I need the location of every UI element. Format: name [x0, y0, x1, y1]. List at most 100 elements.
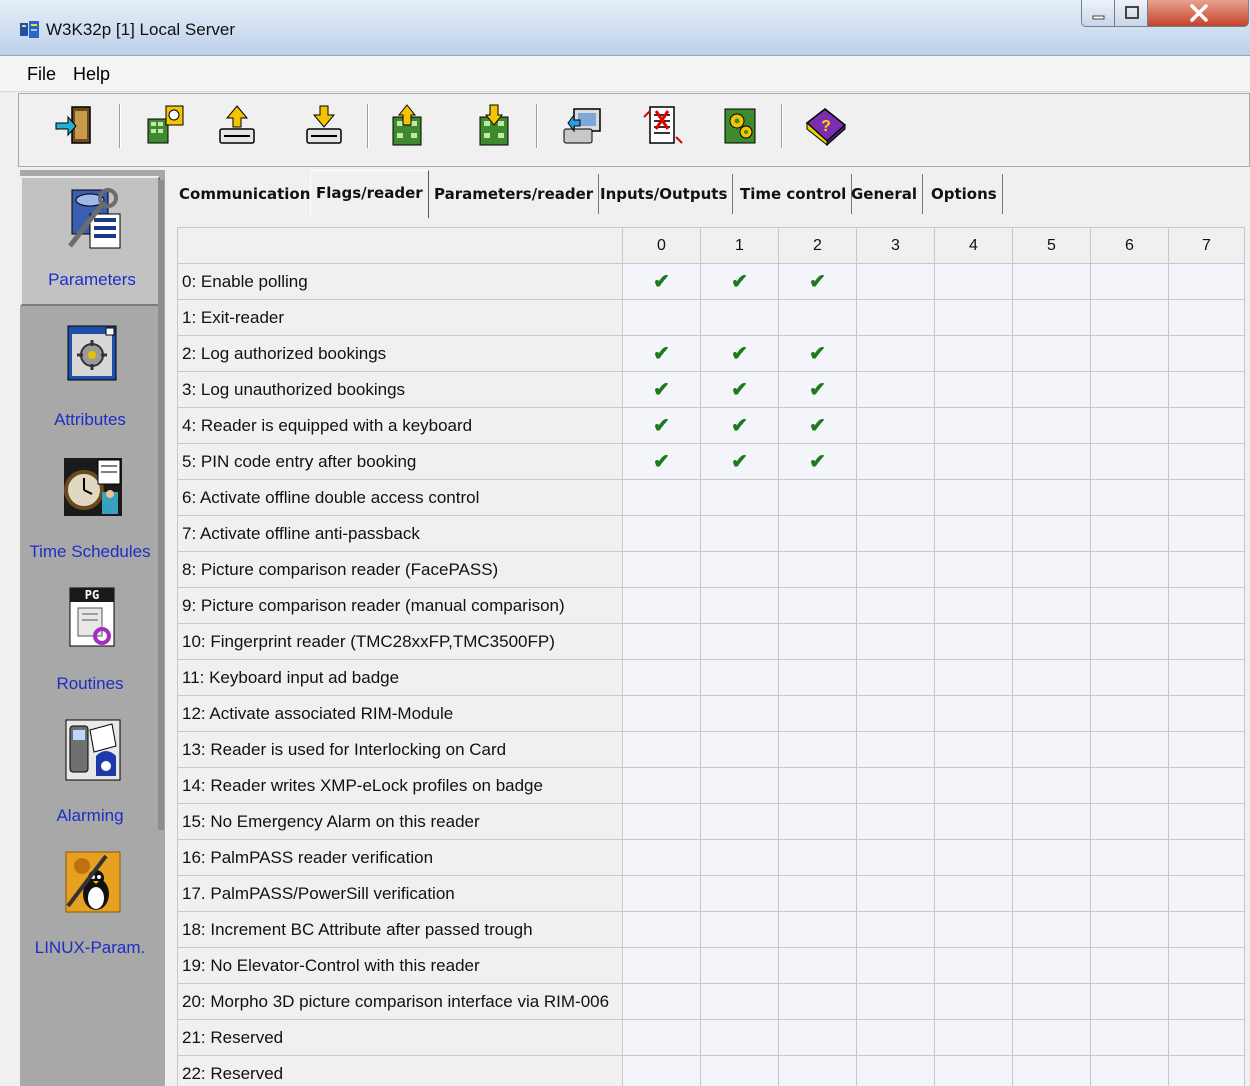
flag-cell[interactable]	[622, 839, 701, 876]
flag-cell[interactable]	[622, 479, 701, 516]
flag-cell[interactable]	[778, 767, 857, 804]
flag-cell[interactable]	[934, 875, 1013, 912]
flag-cell[interactable]	[1012, 263, 1091, 300]
title-bar[interactable]: W3K32p [1] Local Server	[0, 0, 1250, 56]
tab-parameters-reader[interactable]: Parameters/reader	[429, 174, 600, 214]
flag-cell[interactable]	[1012, 443, 1091, 480]
flag-cell[interactable]	[1090, 1019, 1169, 1056]
flag-cell[interactable]	[622, 875, 701, 912]
flag-cell[interactable]	[1090, 839, 1169, 876]
close-button[interactable]	[1147, 0, 1249, 27]
download-button[interactable]	[301, 103, 347, 149]
flag-cell[interactable]	[934, 623, 1013, 660]
flag-cell[interactable]	[934, 1055, 1013, 1086]
flag-cell[interactable]	[1012, 911, 1091, 948]
flag-cell[interactable]	[778, 983, 857, 1020]
flag-cell[interactable]	[700, 947, 779, 984]
column-header[interactable]: 4	[934, 227, 1013, 264]
flag-cell[interactable]	[1090, 335, 1169, 372]
flag-cell[interactable]	[1012, 659, 1091, 696]
flag-cell[interactable]	[1012, 803, 1091, 840]
flag-cell[interactable]	[1168, 263, 1245, 300]
flag-cell[interactable]	[1012, 479, 1091, 516]
flag-cell[interactable]	[856, 839, 935, 876]
flag-cell[interactable]	[778, 659, 857, 696]
flag-cell[interactable]	[934, 803, 1013, 840]
flag-cell[interactable]	[700, 1055, 779, 1086]
flag-cell[interactable]	[1090, 623, 1169, 660]
flag-cell[interactable]	[700, 299, 779, 336]
flag-cell[interactable]	[1090, 947, 1169, 984]
flag-cell[interactable]	[856, 911, 935, 948]
flag-cell[interactable]	[622, 299, 701, 336]
checked-cell[interactable]: ✔	[700, 263, 779, 300]
flag-cell[interactable]	[622, 731, 701, 768]
flag-cell[interactable]	[700, 659, 779, 696]
sidebar-item-routines[interactable]: PG Routines	[20, 576, 160, 706]
flag-cell[interactable]	[700, 911, 779, 948]
checked-cell[interactable]: ✔	[622, 263, 701, 300]
flag-cell[interactable]	[934, 1019, 1013, 1056]
flag-cell[interactable]	[1168, 731, 1245, 768]
flag-cell[interactable]	[1012, 767, 1091, 804]
flag-cell[interactable]	[1012, 1055, 1091, 1086]
flag-cell[interactable]	[700, 551, 779, 588]
tab-communication[interactable]: Communication	[174, 174, 317, 214]
flag-cell[interactable]	[1090, 695, 1169, 732]
tab-time-control[interactable]: Time control	[735, 174, 853, 214]
checked-cell[interactable]: ✔	[778, 443, 857, 480]
flag-cell[interactable]	[1012, 731, 1091, 768]
sidebar-item-parameters[interactable]: Parameters	[20, 176, 160, 306]
flag-cell[interactable]	[1090, 551, 1169, 588]
column-header[interactable]: 0	[622, 227, 701, 264]
column-header[interactable]: 7	[1168, 227, 1245, 264]
checked-cell[interactable]: ✔	[622, 371, 701, 408]
flag-cell[interactable]	[1012, 335, 1091, 372]
flag-cell[interactable]	[1012, 407, 1091, 444]
flag-cell[interactable]	[856, 695, 935, 732]
checked-cell[interactable]: ✔	[700, 335, 779, 372]
flag-cell[interactable]	[1090, 875, 1169, 912]
flag-cell[interactable]	[700, 1019, 779, 1056]
flag-cell[interactable]	[700, 695, 779, 732]
flag-cell[interactable]	[934, 515, 1013, 552]
flag-cell[interactable]	[1168, 983, 1245, 1020]
flag-cell[interactable]	[622, 803, 701, 840]
minimize-button[interactable]	[1081, 0, 1115, 27]
flag-cell[interactable]	[778, 515, 857, 552]
tab-options[interactable]: Options	[926, 174, 1003, 214]
flag-cell[interactable]	[934, 695, 1013, 732]
flag-cell[interactable]	[1012, 515, 1091, 552]
checked-cell[interactable]: ✔	[778, 371, 857, 408]
flag-cell[interactable]	[1090, 299, 1169, 336]
download-all-button[interactable]	[472, 103, 518, 149]
flag-cell[interactable]	[700, 875, 779, 912]
maximize-button[interactable]	[1114, 0, 1148, 27]
column-header[interactable]: 5	[1012, 227, 1091, 264]
flag-cell[interactable]	[1168, 911, 1245, 948]
flag-cell[interactable]	[1090, 407, 1169, 444]
compare-document-button[interactable]	[640, 103, 686, 149]
transfer-button[interactable]	[560, 103, 606, 149]
sidebar-item-attributes[interactable]: Attributes	[20, 312, 160, 442]
column-header[interactable]: 2	[778, 227, 857, 264]
menu-file[interactable]: File	[27, 64, 56, 85]
checked-cell[interactable]: ✔	[622, 335, 701, 372]
flag-cell[interactable]	[1012, 839, 1091, 876]
flag-cell[interactable]	[856, 371, 935, 408]
flag-cell[interactable]	[934, 947, 1013, 984]
flag-cell[interactable]	[934, 551, 1013, 588]
flag-cell[interactable]	[934, 587, 1013, 624]
flag-cell[interactable]	[934, 731, 1013, 768]
tab-general[interactable]: General	[846, 174, 923, 214]
flag-cell[interactable]	[1168, 803, 1245, 840]
sidebar-item-time-schedules[interactable]: Time Schedules	[20, 444, 160, 574]
checked-cell[interactable]: ✔	[700, 443, 779, 480]
flag-cell[interactable]	[934, 407, 1013, 444]
flag-cell[interactable]	[622, 695, 701, 732]
flag-cell[interactable]	[778, 695, 857, 732]
flag-cell[interactable]	[1090, 983, 1169, 1020]
flag-cell[interactable]	[700, 983, 779, 1020]
flag-cell[interactable]	[700, 839, 779, 876]
flag-cell[interactable]	[1168, 875, 1245, 912]
